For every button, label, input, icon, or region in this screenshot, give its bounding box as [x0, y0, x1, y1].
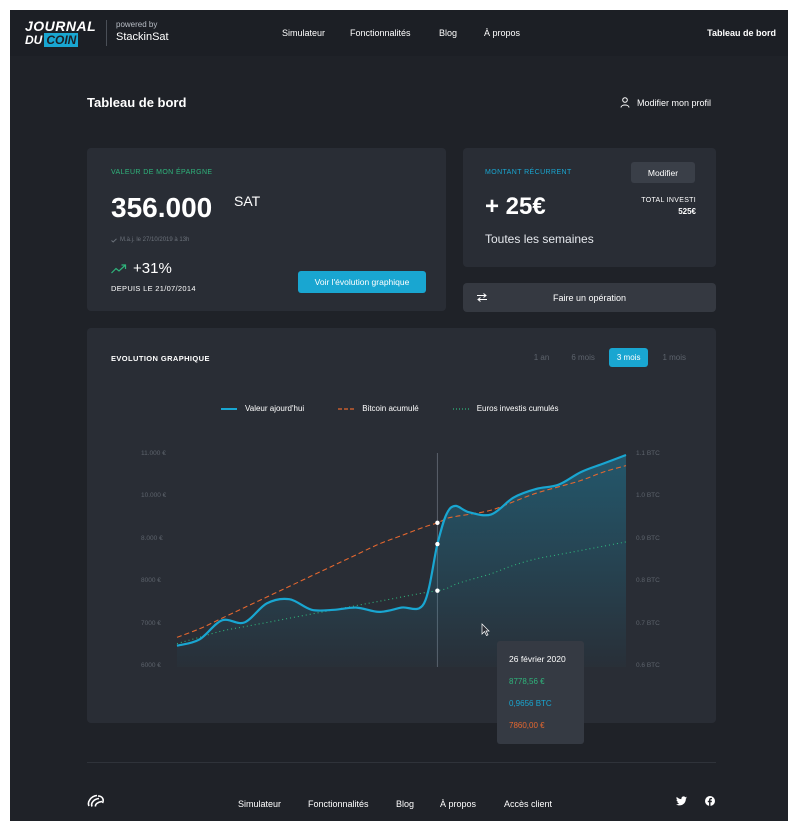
logo-text-top: JOURNAL — [25, 18, 97, 34]
user-icon — [620, 97, 630, 108]
check-icon — [111, 237, 117, 243]
trend-up-icon — [111, 263, 127, 273]
header-divider — [106, 20, 107, 46]
y-left-tick: 8.000 € — [141, 535, 163, 542]
chart-legend: Valeur ajourd'hui Bitcoin acumulé Euros … — [221, 404, 559, 413]
y-left-tick: 10.000 € — [141, 492, 167, 499]
series-line-2[interactable] — [176, 541, 627, 645]
period-6-mois[interactable]: 6 mois — [563, 348, 603, 367]
line-chart[interactable] — [87, 328, 716, 723]
footer-nav-fonctionnalites[interactable]: Fonctionnalités — [308, 799, 369, 809]
stackinsat-logo-icon[interactable] — [87, 794, 105, 808]
cursor-point-2 — [435, 588, 440, 593]
logo-text-coin: COIN — [44, 33, 79, 47]
total-invested-label: TOTAL INVESTI — [641, 197, 696, 204]
nav-tableau-de-bord[interactable]: Tableau de bord — [707, 28, 776, 38]
twitter-icon[interactable] — [676, 796, 687, 806]
total-invested-value: 525€ — [678, 207, 696, 216]
period-3-mois[interactable]: 3 mois — [608, 348, 649, 367]
footer-nav-blog[interactable]: Blog — [396, 799, 414, 809]
chart-area-fill — [177, 455, 626, 667]
footer-nav-acces-client[interactable]: Accès client — [504, 799, 552, 809]
y-right-tick: 1.0 BTC — [636, 492, 660, 499]
legend-item-valeur[interactable]: Valeur ajourd'hui — [221, 404, 304, 413]
edit-recurrent-button[interactable]: Modifier — [631, 162, 695, 183]
recurrent-amount: + 25€ — [485, 193, 546, 220]
make-operation-button[interactable]: Faire un opération — [463, 283, 716, 312]
savings-updated: M.à.j. le 27/10/2019 à 13h — [111, 237, 189, 243]
savings-updated-text: M.à.j. le 27/10/2019 à 13h — [120, 237, 190, 243]
tooltip-date: 26 février 2020 — [509, 654, 566, 664]
savings-card: VALEUR DE MON ÉPARGNE 356.000 SAT M.à.j.… — [87, 148, 446, 311]
powered-by-name: StackinSat — [116, 31, 169, 43]
y-left-tick: 8000 € — [141, 577, 161, 584]
tooltip-value-btc: 0,9656 BTC — [509, 699, 552, 708]
nav-simulateur[interactable]: Simulateur — [282, 28, 325, 38]
chart-title: EVOLUTION GRAPHIQUE — [111, 354, 210, 363]
legend-item-euros[interactable]: Euros investis cumulés — [452, 404, 559, 413]
period-1-an[interactable]: 1 an — [526, 348, 558, 367]
nav-blog[interactable]: Blog — [439, 28, 457, 38]
savings-label: VALEUR DE MON ÉPARGNE — [111, 169, 213, 176]
y-left-tick: 6000 € — [141, 662, 161, 669]
legend-label-euros: Euros investis cumulés — [476, 404, 559, 413]
legend-item-bitcoin[interactable]: Bitcoin acumulé — [338, 404, 419, 413]
cursor-point-1 — [435, 520, 440, 526]
edit-profile-label: Modifier mon profil — [637, 97, 712, 108]
chart-card: EVOLUTION GRAPHIQUE 1 an 6 mois 3 mois 1… — [87, 328, 716, 744]
logo-text-du: DU — [25, 33, 43, 47]
legend-label-valeur: Valeur ajourd'hui — [245, 404, 305, 413]
nav-a-propos[interactable]: À propos — [484, 28, 520, 38]
savings-trend: +31% — [111, 260, 172, 277]
tooltip-value-euros: 8778,56 € — [509, 677, 545, 686]
view-chart-button[interactable]: Voir l'évolution graphique — [298, 271, 426, 293]
make-operation-label: Faire un opération — [552, 292, 627, 303]
legend-dotted-line — [452, 407, 469, 410]
powered-by-label: powered by — [116, 20, 158, 29]
app-frame: JOURNAL DU COIN powered by StackinSat Sim… — [10, 10, 788, 821]
y-left-tick: 7000 € — [141, 620, 161, 627]
savings-unit: SAT — [234, 193, 261, 209]
mouse-pointer-icon — [481, 623, 490, 636]
tooltip-value-invested: 7860,00 € — [509, 721, 545, 730]
powered-by: powered by StackinSat — [116, 21, 169, 43]
nav-fonctionnalites[interactable]: Fonctionnalités — [350, 28, 411, 38]
period-selector: 1 an 6 mois 3 mois 1 mois — [526, 348, 694, 367]
footer-nav-a-propos[interactable]: À propos — [440, 799, 476, 809]
y-right-tick: 0.6 BTC — [636, 662, 660, 669]
facebook-icon[interactable] — [705, 796, 715, 806]
savings-since: DEPUIS LE 21/07/2014 — [111, 284, 196, 293]
savings-trend-value: +31% — [133, 260, 172, 277]
recurrent-label: MONTANT RÉCURRENT — [485, 169, 572, 176]
cursor-point-0 — [435, 541, 440, 547]
savings-value: 356.000 — [111, 192, 213, 223]
recurrent-frequency: Toutes les semaines — [485, 232, 594, 246]
y-left-tick: 11.000 € — [141, 450, 166, 457]
footer-nav-simulateur[interactable]: Simulateur — [238, 799, 281, 809]
y-right-tick: 0.8 BTC — [636, 577, 660, 584]
page-title: Tableau de bord — [87, 95, 187, 110]
series-line-0[interactable] — [176, 453, 627, 647]
logo-text-bottom: DU COIN — [25, 33, 96, 47]
legend-dashed-line — [338, 407, 355, 410]
period-1-mois[interactable]: 1 mois — [654, 348, 694, 367]
recurrent-card: MONTANT RÉCURRENT Modifier + 25€ Toutes … — [463, 148, 716, 267]
legend-solid-line — [221, 407, 237, 410]
legend-label-bitcoin: Bitcoin acumulé — [362, 404, 419, 413]
edit-profile-link[interactable]: Modifier mon profil — [620, 97, 711, 108]
top-header: JOURNAL DU COIN powered by StackinSat Sim… — [10, 10, 788, 56]
footer-divider — [87, 762, 716, 763]
journal-du-coin-logo[interactable]: JOURNAL DU COIN — [25, 18, 97, 47]
y-right-tick: 1.1 BTC — [636, 450, 660, 457]
y-right-tick: 0.9 BTC — [636, 535, 660, 542]
y-right-tick: 0.7 BTC — [636, 620, 660, 627]
chart-tooltip: 26 février 2020 8778,56 € 0,9656 BTC 786… — [497, 641, 584, 744]
series-line-1[interactable] — [176, 465, 627, 638]
